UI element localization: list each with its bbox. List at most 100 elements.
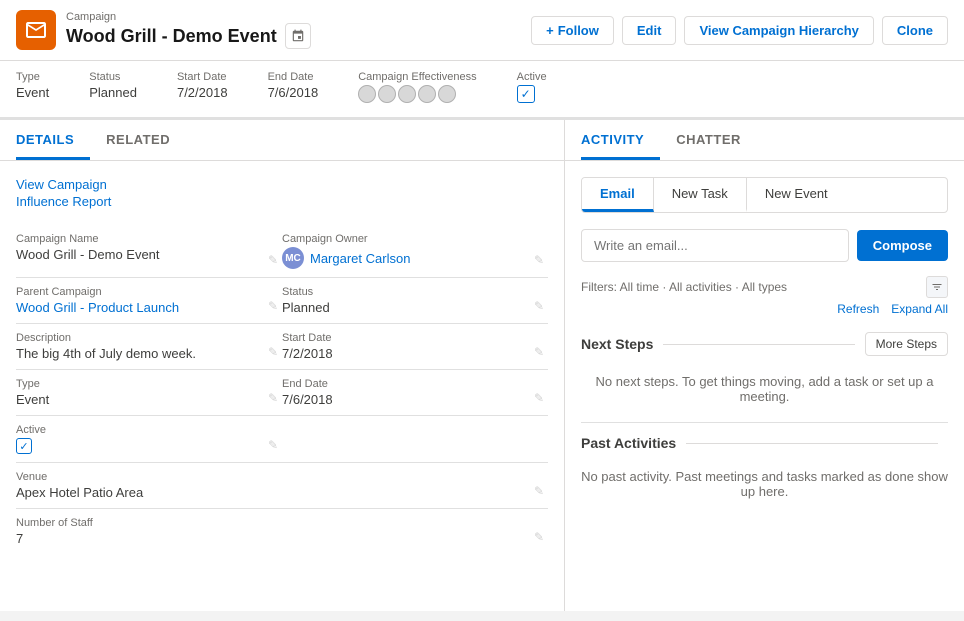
field-parent-campaign: Parent Campaign Wood Grill - Product Lau…	[16, 278, 282, 324]
meta-end-date-value: 7/6/2018	[268, 85, 319, 100]
campaign-owner-link[interactable]: Margaret Carlson	[310, 251, 410, 266]
filters-text: Filters: All time · All activities · All…	[581, 280, 787, 294]
star-1	[358, 85, 376, 103]
main-content: DETAILS RELATED View Campaign Influence …	[0, 120, 964, 611]
status-value: Planned	[282, 300, 540, 315]
tab-activity[interactable]: ACTIVITY	[581, 120, 660, 160]
details-panel-body: View Campaign Influence Report Campaign …	[0, 161, 564, 570]
header-title: Wood Grill - Demo Event	[66, 23, 311, 49]
filters-row: Filters: All time · All activities · All…	[581, 276, 948, 298]
owner-block: MC Margaret Carlson	[282, 247, 540, 269]
star-3	[398, 85, 416, 103]
field-empty-active-right	[282, 416, 548, 463]
tab-related[interactable]: RELATED	[106, 120, 186, 160]
start-date-label: Start Date	[282, 332, 540, 344]
meta-active: Active ✓	[517, 71, 547, 103]
type-value: Event	[16, 392, 258, 407]
email-input[interactable]	[581, 229, 849, 262]
status-label: Status	[282, 286, 540, 298]
active-edit-icon[interactable]: ✎	[268, 438, 278, 452]
follow-button[interactable]: + Follow	[531, 16, 614, 45]
status-edit-icon[interactable]: ✎	[534, 299, 544, 313]
venue-edit-icon[interactable]: ✎	[534, 484, 544, 498]
field-type: Type Event ✎	[16, 370, 282, 416]
end-date-label: End Date	[282, 378, 540, 390]
past-activities-header: Past Activities	[581, 435, 948, 451]
end-date-value: 7/6/2018	[282, 392, 540, 407]
meta-type: Type Event	[16, 71, 49, 103]
num-staff-edit-icon[interactable]: ✎	[534, 530, 544, 544]
more-steps-button[interactable]: More Steps	[865, 332, 948, 356]
active-checkbox[interactable]: ✓	[517, 85, 535, 103]
parent-campaign-edit-icon[interactable]: ✎	[268, 299, 278, 313]
field-active: Active ✓ ✎	[16, 416, 282, 463]
filter-funnel-button[interactable]	[926, 276, 948, 298]
header-actions: + Follow Edit View Campaign Hierarchy Cl…	[531, 16, 948, 45]
meta-status-value: Planned	[89, 85, 137, 100]
active-check-small[interactable]: ✓	[16, 438, 32, 454]
field-description: Description The big 4th of July demo wee…	[16, 324, 282, 370]
link-group: View Campaign Influence Report	[16, 177, 548, 209]
expand-all-link[interactable]: Expand All	[891, 302, 948, 316]
star-2	[378, 85, 396, 103]
type-edit-icon[interactable]: ✎	[268, 391, 278, 405]
activity-panel-body: Email New Task New Event Compose Filters…	[565, 161, 964, 533]
field-campaign-owner: Campaign Owner MC Margaret Carlson ✎	[282, 225, 548, 278]
campaign-owner-label: Campaign Owner	[282, 233, 540, 245]
new-task-tab[interactable]: New Task	[654, 178, 747, 212]
past-activities-line	[686, 443, 938, 444]
past-activities-empty: No past activity. Past meetings and task…	[581, 459, 948, 517]
star-5	[438, 85, 456, 103]
past-activities-title: Past Activities	[581, 435, 676, 451]
description-value: The big 4th of July demo week.	[16, 346, 258, 361]
venue-label: Venue	[16, 471, 524, 483]
left-panel: DETAILS RELATED View Campaign Influence …	[0, 120, 565, 611]
parent-campaign-link[interactable]: Wood Grill - Product Launch	[16, 300, 179, 315]
compose-button[interactable]: Compose	[857, 230, 948, 261]
email-tab[interactable]: Email	[582, 178, 654, 212]
field-num-staff: Number of Staff 7 ✎	[16, 509, 548, 554]
tab-details[interactable]: DETAILS	[16, 120, 90, 160]
active-label: Active	[16, 424, 258, 436]
refresh-expand-row: Refresh Expand All	[581, 302, 948, 316]
meta-bar: Type Event Status Planned Start Date 7/2…	[0, 61, 964, 120]
view-campaign-link[interactable]: View Campaign	[16, 177, 548, 192]
edit-button[interactable]: Edit	[622, 16, 677, 45]
start-date-edit-icon[interactable]: ✎	[534, 345, 544, 359]
new-event-tab[interactable]: New Event	[747, 178, 846, 212]
campaign-name-edit-icon[interactable]: ✎	[268, 253, 278, 267]
type-label: Type	[16, 378, 258, 390]
next-steps-empty: No next steps. To get things moving, add…	[581, 364, 948, 422]
breadcrumb: Campaign	[66, 11, 311, 23]
description-edit-icon[interactable]: ✎	[268, 345, 278, 359]
header-title-block: Campaign Wood Grill - Demo Event	[66, 11, 311, 49]
field-end-date: End Date 7/6/2018 ✎	[282, 370, 548, 416]
email-task-bar: Email New Task New Event	[581, 177, 948, 213]
meta-type-value: Event	[16, 85, 49, 100]
next-steps-header: Next Steps More Steps	[581, 332, 948, 356]
tab-chatter[interactable]: CHATTER	[676, 120, 757, 160]
page-title: Wood Grill - Demo Event	[66, 26, 277, 47]
influence-report-link[interactable]: Influence Report	[16, 194, 548, 209]
num-staff-value: 7	[16, 531, 540, 546]
hierarchy-icon-btn[interactable]	[285, 23, 311, 49]
meta-start-date: Start Date 7/2/2018	[177, 71, 228, 103]
meta-end-date-label: End Date	[268, 71, 319, 83]
field-venue: Venue Apex Hotel Patio Area ✎	[16, 463, 548, 509]
campaign-name-label: Campaign Name	[16, 233, 258, 245]
refresh-link[interactable]: Refresh	[837, 302, 879, 316]
view-hierarchy-button[interactable]: View Campaign Hierarchy	[684, 16, 873, 45]
meta-end-date: End Date 7/6/2018	[268, 71, 319, 103]
right-panel: ACTIVITY CHATTER Email New Task New Even…	[565, 120, 964, 611]
campaign-name-value: Wood Grill - Demo Event	[16, 247, 258, 262]
clone-button[interactable]: Clone	[882, 16, 948, 45]
email-compose-row: Compose	[581, 229, 948, 262]
meta-effectiveness: Campaign Effectiveness	[358, 71, 476, 103]
meta-effectiveness-label: Campaign Effectiveness	[358, 71, 476, 83]
field-status: Status Planned ✎	[282, 278, 548, 324]
plus-icon: +	[546, 23, 554, 38]
description-label: Description	[16, 332, 258, 344]
end-date-edit-icon[interactable]: ✎	[534, 391, 544, 405]
venue-value: Apex Hotel Patio Area	[16, 485, 524, 500]
campaign-owner-edit-icon[interactable]: ✎	[534, 253, 544, 267]
